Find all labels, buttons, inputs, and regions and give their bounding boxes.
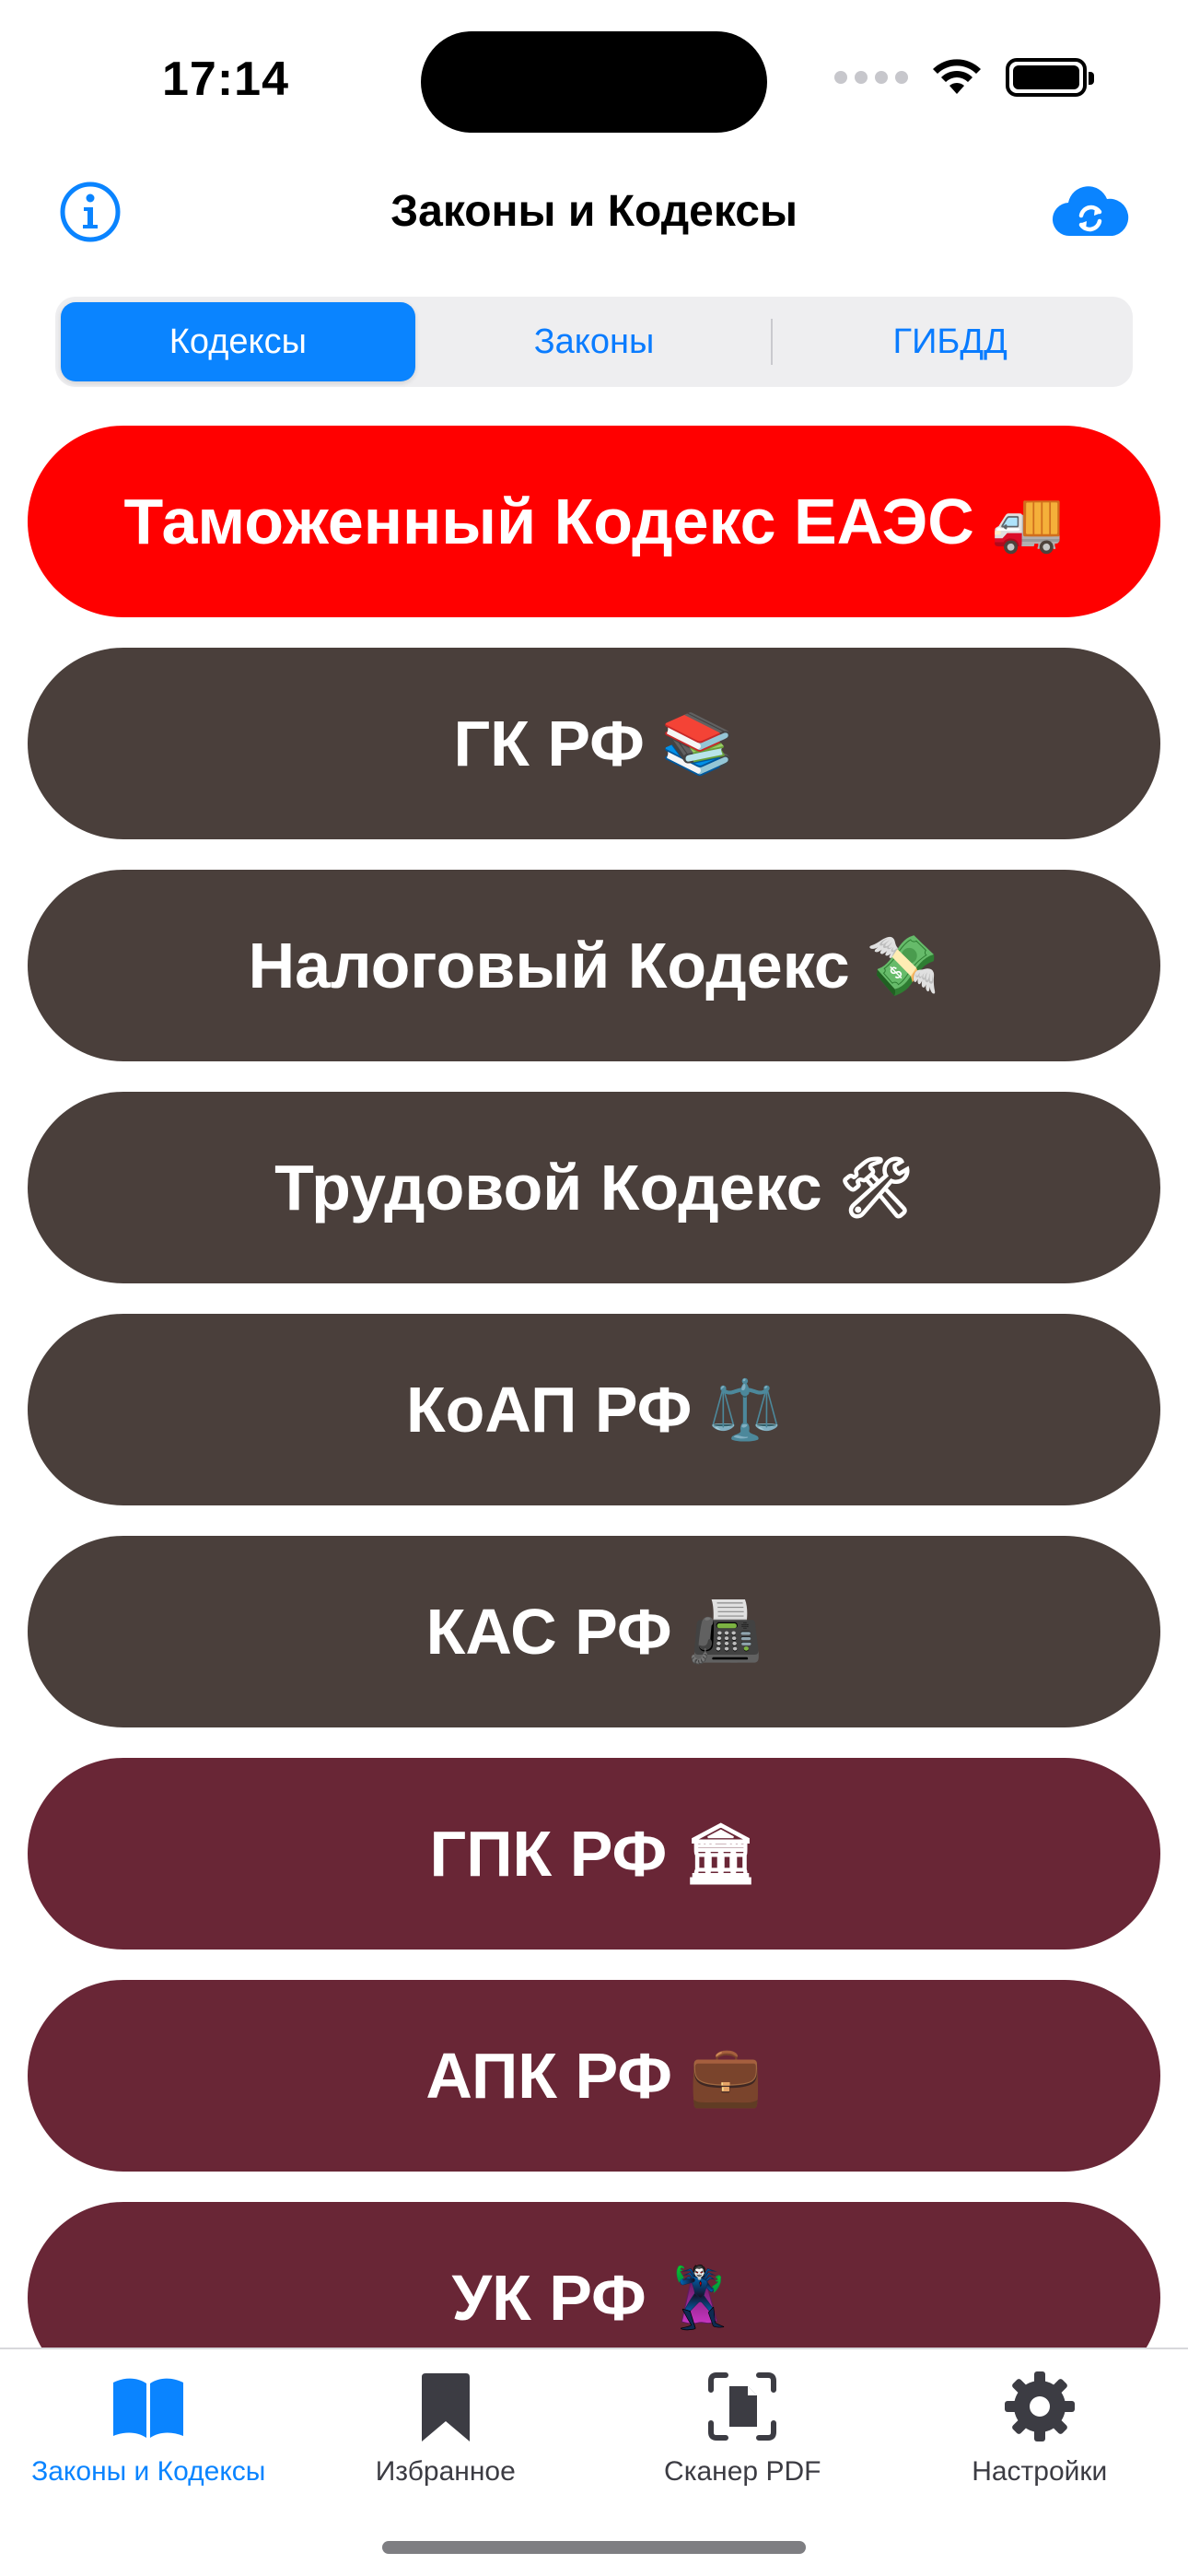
segment-kodeksy[interactable]: Кодексы [61,302,415,381]
code-button-kas[interactable]: КАС РФ 📠 [28,1536,1160,1727]
code-label: КоАП РФ [405,1374,693,1446]
code-button-gpk[interactable]: ГПК РФ 🏛 [28,1758,1160,1950]
code-label: ГПК РФ [429,1818,668,1890]
tab-settings[interactable]: Настройки [891,2349,1188,2497]
code-button-apk[interactable]: АПК РФ 💼 [28,1980,1160,2172]
briefcase-icon: 💼 [688,2042,763,2111]
screen: 17:14 Законы и Кодексы Кодексы Законы ГИ… [0,0,1188,2576]
classical-building-icon: 🏛 [683,1820,759,1889]
tab-label: Сканер PDF [664,2456,821,2487]
code-label: УК РФ [451,2262,646,2334]
code-button-labor[interactable]: Трудовой Кодекс 🛠 [28,1092,1160,1283]
code-button-gk[interactable]: ГК РФ 📚 [28,648,1160,839]
tab-pdf-scanner[interactable]: Сканер PDF [594,2349,891,2497]
status-time: 17:14 [162,53,289,106]
code-label: АПК РФ [425,2040,672,2112]
bookmark-icon [421,2373,470,2441]
code-label: Налоговый Кодекс [248,930,850,1001]
document-scanner-icon [708,2372,777,2441]
code-label: ГК РФ [453,708,645,779]
books-icon: 📚 [660,709,735,779]
code-button-uk[interactable]: УК РФ 🦹 [28,2202,1160,2349]
icloud-sync-icon[interactable] [1052,184,1129,240]
home-indicator[interactable] [382,2541,806,2554]
hammer-wrench-icon: 🛠 [838,1153,914,1223]
page-title: Законы и Кодексы [390,187,798,236]
tab-laws-and-codes[interactable]: Законы и Кодексы [0,2349,297,2497]
code-label: КАС РФ [425,1596,672,1668]
tab-bar: Законы и Кодексы Избранное Сканер PDF На… [0,2348,1188,2576]
wifi-icon [933,59,981,94]
code-label: Трудовой Кодекс [274,1152,822,1224]
tab-favorites[interactable]: Избранное [297,2349,595,2497]
scales-icon: ⚖️ [708,1376,783,1445]
status-bar: 17:14 [0,0,1188,157]
gear-icon [1004,2371,1075,2441]
battery-icon [1006,58,1094,97]
segmented-control: Кодексы Законы ГИБДД [55,297,1133,387]
tab-label: Избранное [375,2456,516,2487]
book-icon [113,2378,184,2438]
code-button-koap[interactable]: КоАП РФ ⚖️ [28,1314,1160,1505]
segment-zakony[interactable]: Законы [417,302,772,381]
code-button-tax[interactable]: Налоговый Кодекс 💸 [28,870,1160,1061]
code-list: Таможенный Кодекс ЕАЭС 🚚 ГК РФ 📚 Налогов… [28,426,1160,2349]
code-button-customs[interactable]: Таможенный Кодекс ЕАЭС 🚚 [28,426,1160,617]
code-label: Таможенный Кодекс ЕАЭС [123,486,974,557]
cellular-signal-icon [834,71,908,84]
segment-gibdd[interactable]: ГИБДД [773,302,1127,381]
dynamic-island [421,31,767,133]
tab-label: Настройки [972,2456,1108,2487]
tab-label: Законы и Кодексы [31,2456,266,2487]
status-icons [834,57,1094,98]
delivery-truck-icon: 🚚 [990,487,1065,556]
fax-machine-icon: 📠 [688,1598,763,1667]
money-with-wings-icon: 💸 [866,931,940,1001]
supervillain-icon: 🦹 [662,2264,737,2333]
nav-bar: Законы и Кодексы [0,166,1188,258]
